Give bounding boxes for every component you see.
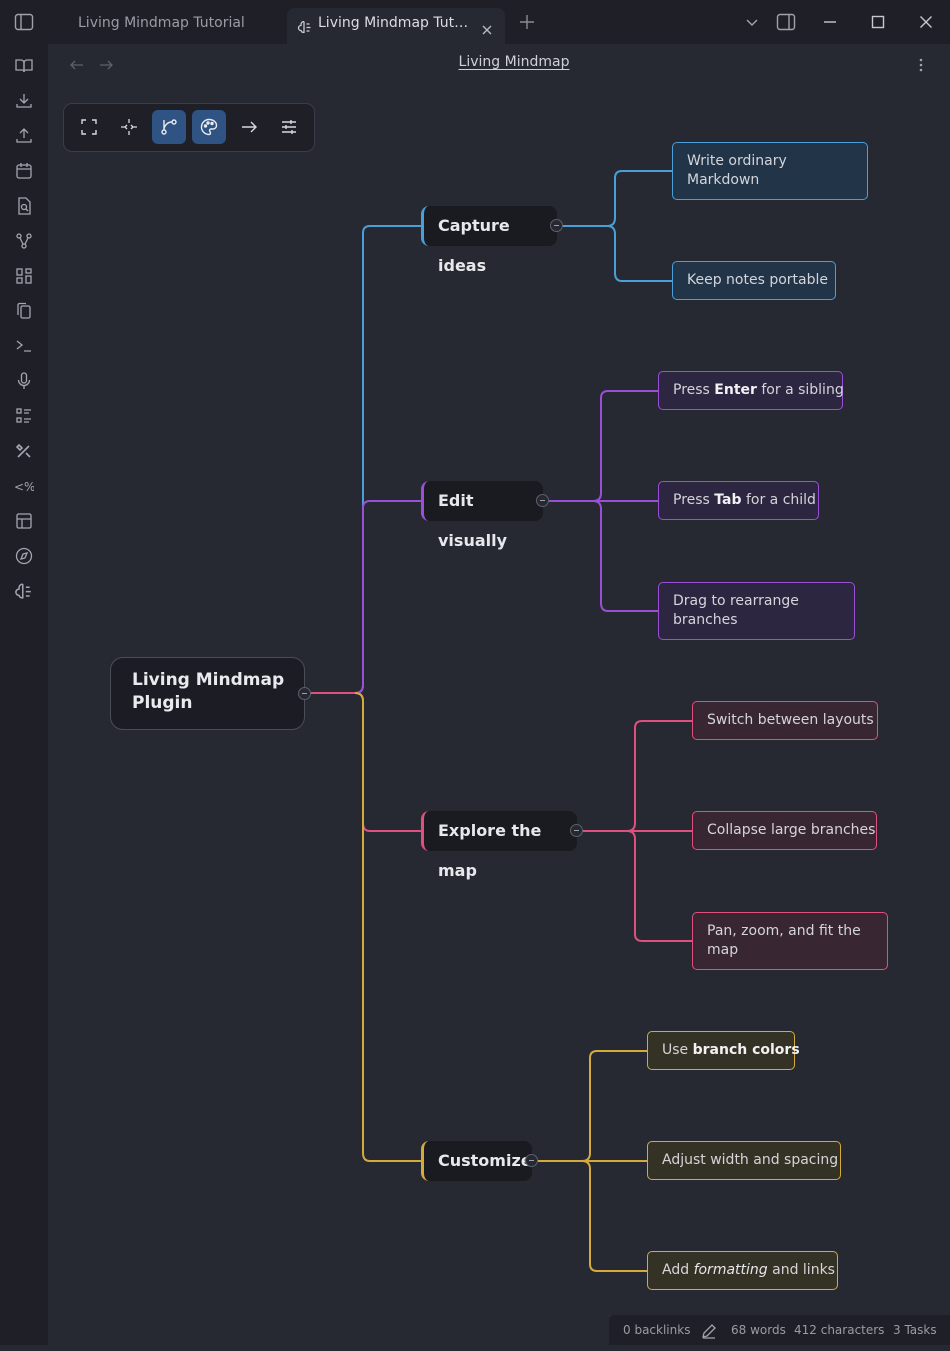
leaf-width-spacing[interactable]: Adjust width and spacing xyxy=(647,1141,841,1180)
collapse-root-button[interactable] xyxy=(298,687,311,700)
leaf-formatting-links[interactable]: Add formatting and links xyxy=(647,1251,838,1290)
leaf-key-enter: Enter xyxy=(714,382,757,398)
leaf-bold-text: branch colors xyxy=(692,1042,800,1058)
backlinks-count[interactable]: 0 backlinks xyxy=(623,1315,690,1345)
leaf-text: Write ordinary Markdown xyxy=(687,153,787,188)
leaf-key-tab: Tab xyxy=(714,492,742,508)
collapse-capture-ideas-button[interactable] xyxy=(550,219,563,232)
connector-customize xyxy=(354,692,423,1162)
leaf-text: and links xyxy=(767,1262,835,1278)
leaf-keep-notes-portable[interactable]: Keep notes portable xyxy=(672,261,836,300)
leaf-italic-text: formatting xyxy=(693,1262,768,1278)
leaf-text: Drag to rearrange branches xyxy=(673,593,799,628)
root-label: Living Mindmap Plugin xyxy=(132,670,285,713)
leaf-text: Adjust width and spacing xyxy=(662,1152,839,1168)
leaf-text: Use xyxy=(662,1042,693,1058)
status-bar: 0 backlinks 68 words 412 characters 3 Ta… xyxy=(609,1315,950,1345)
leaf-press-tab[interactable]: Press Tab for a child xyxy=(658,481,819,520)
leaf-switch-layouts[interactable]: Switch between layouts xyxy=(692,701,878,740)
branch-customize[interactable]: Customize xyxy=(421,1141,532,1181)
edit-pencil-icon[interactable] xyxy=(700,1321,718,1351)
connector-edit-visually xyxy=(354,500,423,694)
word-count: 68 words xyxy=(731,1323,786,1337)
leaf-text: Switch between layouts xyxy=(707,712,874,728)
leaf-write-ordinary-markdown[interactable]: Write ordinary Markdown xyxy=(672,142,868,200)
leaf-pan-zoom-fit[interactable]: Pan, zoom, and fit the map xyxy=(692,912,888,970)
leaf-text: Add xyxy=(662,1262,694,1278)
leaf-text: Press xyxy=(673,492,715,508)
branch-capture-ideas[interactable]: Capture ideas xyxy=(421,206,557,275)
leaf-text: Pan, zoom, and fit the map xyxy=(707,923,861,958)
leaf-text: for a child xyxy=(741,492,816,508)
leaf-text: Keep notes portable xyxy=(687,272,828,288)
leaf-drag-to-rearrange[interactable]: Drag to rearrange branches xyxy=(658,582,855,640)
branch-label: Edit visually xyxy=(438,491,508,550)
leaf-collapse-branches[interactable]: Collapse large branches xyxy=(692,811,877,850)
character-count: 412 characters xyxy=(794,1323,885,1337)
leaf-branch-colors[interactable]: Use branch colors xyxy=(647,1031,800,1070)
branch-explore-the-map[interactable]: Explore the map xyxy=(421,811,577,880)
connector-capture-ideas xyxy=(354,225,423,694)
leaf-press-enter[interactable]: Press Enter for a sibling xyxy=(658,371,844,410)
task-count[interactable]: 3 Tasks xyxy=(893,1315,937,1345)
leaf-text: Collapse large branches xyxy=(707,822,876,838)
connector-explore-map xyxy=(354,692,423,832)
leaf-text: Press xyxy=(673,382,715,398)
collapse-explore-the-map-button[interactable] xyxy=(570,824,583,837)
branch-edit-visually[interactable]: Edit visually xyxy=(421,481,543,550)
branch-label: Customize xyxy=(438,1151,532,1170)
collapse-edit-visually-button[interactable] xyxy=(536,494,549,507)
root-node[interactable]: Living Mindmap Plugin xyxy=(110,657,305,730)
collapse-customize-button[interactable] xyxy=(525,1154,538,1167)
leaf-text: for a sibling xyxy=(756,382,844,398)
